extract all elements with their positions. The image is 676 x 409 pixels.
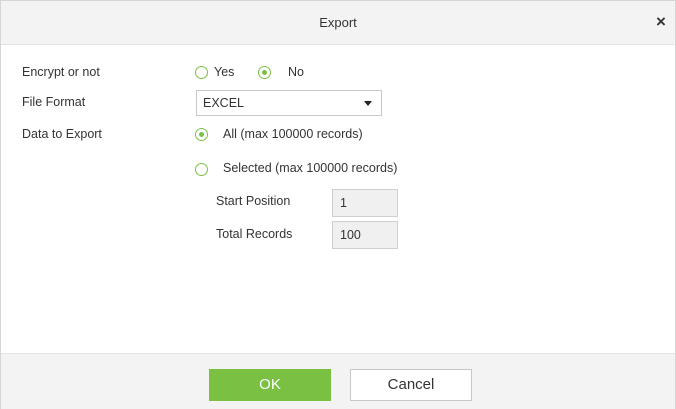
file-format-select[interactable]: EXCEL (196, 90, 382, 116)
start-position-label: Start Position (216, 194, 291, 208)
chevron-down-icon (364, 101, 372, 106)
export-dialog: Export × Encrypt or not Yes No File Form… (0, 0, 676, 409)
export-all-radio[interactable] (195, 128, 208, 141)
export-all-label[interactable]: All (max 100000 records) (223, 127, 363, 141)
start-position-input[interactable]: 1 (332, 189, 398, 217)
encrypt-no-label[interactable]: No (288, 65, 304, 79)
dialog-title: Export (319, 15, 357, 30)
encrypt-label: Encrypt or not (22, 65, 100, 79)
encrypt-no-radio[interactable] (258, 66, 271, 79)
export-selected-label[interactable]: Selected (max 100000 records) (223, 161, 397, 175)
dialog-footer: OK Cancel (1, 353, 675, 409)
ok-button[interactable]: OK (209, 369, 331, 401)
total-records-value: 100 (340, 228, 361, 242)
encrypt-yes-label[interactable]: Yes (214, 65, 234, 79)
cancel-button[interactable]: Cancel (350, 369, 472, 401)
total-records-input[interactable]: 100 (332, 221, 398, 249)
data-to-export-label: Data to Export (22, 127, 102, 141)
close-icon[interactable]: × (651, 11, 671, 33)
encrypt-yes-radio[interactable] (195, 66, 208, 79)
start-position-value: 1 (340, 196, 347, 210)
file-format-value: EXCEL (203, 96, 244, 110)
file-format-label: File Format (22, 95, 86, 109)
export-selected-radio[interactable] (195, 163, 208, 176)
total-records-label: Total Records (216, 227, 293, 241)
dialog-titlebar: Export × (1, 1, 675, 45)
